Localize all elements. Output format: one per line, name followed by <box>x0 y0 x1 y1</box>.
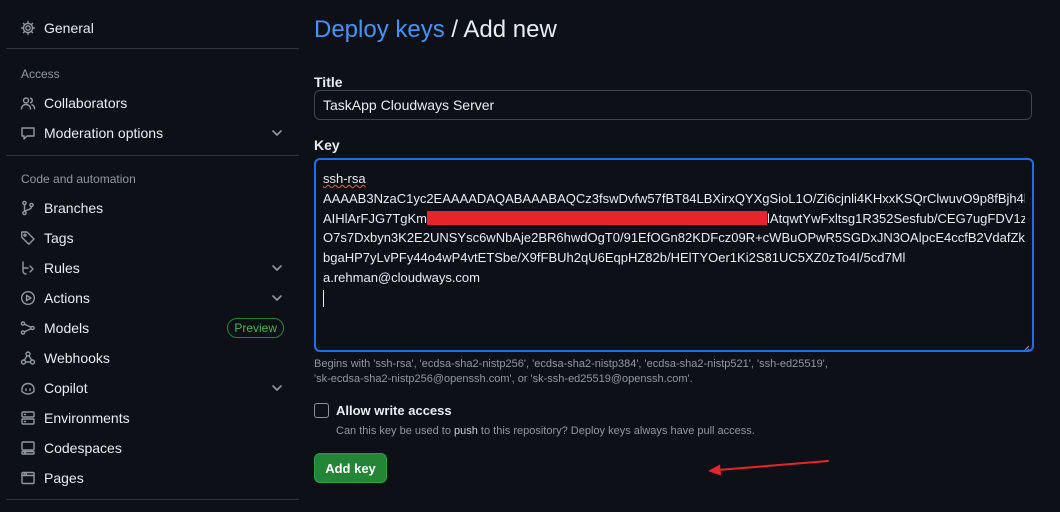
hint-line: Begins with 'ssh-rsa', 'ecdsa-sha2-nistp… <box>314 358 828 370</box>
title-field-label: Title <box>314 74 343 90</box>
sidebar-divider <box>6 499 299 500</box>
server-icon <box>20 410 36 426</box>
browser-icon <box>20 470 36 486</box>
key-format-hint: Begins with 'ssh-rsa', 'ecdsa-sha2-nistp… <box>314 357 1034 387</box>
sidebar-item-label: Codespaces <box>44 440 122 456</box>
add-key-button[interactable]: Add key <box>314 453 387 483</box>
tag-icon <box>20 230 36 246</box>
allow-write-access-checkbox[interactable] <box>314 403 329 418</box>
play-icon <box>20 290 36 306</box>
key-line: AIHlArFJG7TgKm lAtqwtYwFxltsg1R352Sesfub/… <box>323 209 1025 229</box>
sidebar-item-codespaces[interactable]: Codespaces <box>6 433 298 463</box>
people-icon <box>20 95 36 111</box>
sidebar-item-label: Branches <box>44 200 104 216</box>
sidebar-item-environments[interactable]: Environments <box>6 403 298 433</box>
sidebar-item-label: General <box>44 20 94 36</box>
sidebar-item-webhooks[interactable]: Webhooks <box>6 343 298 373</box>
sidebar-divider <box>6 48 299 49</box>
hint-line: 'sk-ecdsa-sha2-nistp256@openssh.com', or… <box>314 373 693 385</box>
sidebar-item-copilot[interactable]: Copilot <box>6 373 298 403</box>
copilot-icon <box>20 380 36 396</box>
key-line: bgaHP7yLvPFy44o4wP4vtETSbe/X9fFBUh2qU6Eq… <box>323 250 906 266</box>
description-text: to this repository? Deploy keys always h… <box>477 425 755 437</box>
page-title-rest: / Add new <box>444 16 557 43</box>
key-line: AAAAB3NzaC1yc2EAAAADAQABAAABAQCz3fswDvfw… <box>323 190 1025 206</box>
description-emphasis: push <box>454 425 478 437</box>
key-line-text: AIHlArFJG7TgKm <box>323 210 428 226</box>
sidebar-item-general[interactable]: General <box>6 13 298 43</box>
key-line: ssh-rsa <box>323 169 1025 189</box>
sidebar-item-label: Collaborators <box>44 95 128 111</box>
sidebar-item-label: Pages <box>44 470 84 486</box>
section-heading-code-automation: Code and automation <box>21 172 136 186</box>
title-input[interactable] <box>314 90 1032 120</box>
codespaces-icon <box>20 440 36 456</box>
chevron-down-icon[interactable] <box>270 261 284 275</box>
comment-icon <box>20 125 36 141</box>
deploy-keys-link[interactable]: Deploy keys <box>314 16 445 43</box>
key-line-text: lAtqwtYwFxltsg1R352Sesfub/CEG7ugFDV1zLvT <box>767 210 1025 226</box>
allow-write-access-label[interactable]: Allow write access <box>336 403 452 418</box>
sidebar-item-moderation-options[interactable]: Moderation options <box>6 118 298 148</box>
chevron-down-icon[interactable] <box>270 126 284 140</box>
annotation-arrow-icon <box>708 460 829 476</box>
chevron-down-icon[interactable] <box>270 381 284 395</box>
webhook-icon <box>20 350 36 366</box>
description-text: Can this key be used to <box>336 425 455 437</box>
chevron-down-icon[interactable] <box>270 291 284 305</box>
sidebar-divider <box>6 155 299 156</box>
models-icon <box>20 320 36 336</box>
sidebar-item-actions[interactable]: Actions <box>6 283 298 313</box>
key-line: a.rehman@cloudways.com <box>323 269 480 285</box>
gear-icon <box>20 20 36 36</box>
sidebar-item-rules[interactable]: Rules <box>6 253 298 283</box>
sidebar-item-label: Environments <box>44 410 130 426</box>
sidebar-item-label: Tags <box>44 230 74 246</box>
sidebar-item-label: Actions <box>44 290 90 306</box>
rules-icon <box>20 260 36 276</box>
sidebar-item-label: Copilot <box>44 380 88 396</box>
section-heading-access: Access <box>21 67 60 81</box>
sidebar-item-models[interactable]: Models Preview <box>6 313 298 343</box>
branch-icon <box>20 200 36 216</box>
sidebar-item-collaborators[interactable]: Collaborators <box>6 88 298 118</box>
key-line: O7s7Dxbyn3K2E2UNSYsc6wNbAje2BR6hwdOgT0/9… <box>323 230 1025 246</box>
sidebar-item-pages[interactable]: Pages <box>6 463 298 493</box>
sidebar-item-label: Webhooks <box>44 350 110 366</box>
preview-badge: Preview <box>227 318 284 338</box>
sidebar-item-label: Moderation options <box>44 125 164 141</box>
page-title: Deploy keys / Add new <box>314 16 557 44</box>
sidebar-item-branches[interactable]: Branches <box>6 193 298 223</box>
sidebar-item-label: Models <box>44 320 90 336</box>
key-textarea[interactable]: ssh-rsa AAAAB3NzaC1yc2EAAAADAQABAAABAQCz… <box>314 158 1034 352</box>
allow-write-access-description: Can this key be used to push to this rep… <box>336 425 755 437</box>
resize-handle-icon[interactable] <box>1022 340 1030 350</box>
redaction-bar <box>427 210 768 225</box>
sidebar-item-tags[interactable]: Tags <box>6 223 298 253</box>
text-caret <box>323 289 324 307</box>
key-field-label: Key <box>314 137 340 153</box>
settings-sidebar: General Access Collaborators Moderation … <box>0 0 300 512</box>
sidebar-item-label: Rules <box>44 260 80 276</box>
key-line-text: ssh-rsa <box>323 171 366 186</box>
